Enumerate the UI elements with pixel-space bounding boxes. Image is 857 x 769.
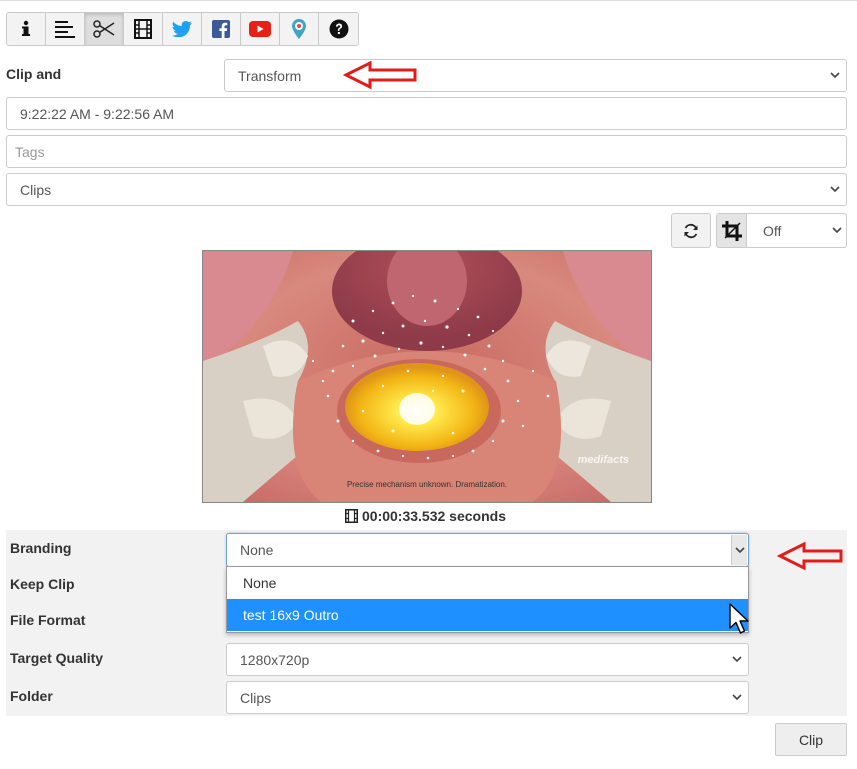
folder-select[interactable]: Clips xyxy=(226,681,749,714)
toolbar xyxy=(6,12,359,46)
keep-clip-label: Keep Clip xyxy=(10,576,75,592)
refresh-button[interactable] xyxy=(671,213,711,248)
branding-label: Branding xyxy=(10,540,72,556)
annotation-arrow-icon xyxy=(343,60,417,90)
chevron-down-icon xyxy=(830,71,840,78)
video-caption: Precise mechanism unknown. Dramatization… xyxy=(346,480,508,489)
target-quality-select[interactable]: 1280x720p xyxy=(226,643,749,676)
youtube-icon xyxy=(249,21,271,37)
periscope-button[interactable] xyxy=(280,13,319,45)
mouse-cursor-icon xyxy=(729,603,749,634)
crop-select[interactable]: Off xyxy=(746,213,847,248)
help-icon xyxy=(329,19,348,39)
chevron-down-icon xyxy=(732,655,742,662)
transform-select[interactable]: Transform xyxy=(224,59,847,92)
text-align-icon xyxy=(55,21,75,38)
folder-select-value: Clips xyxy=(240,689,272,706)
twitter-icon xyxy=(172,21,192,37)
video-watermark: medifacts xyxy=(577,454,629,466)
clip-button[interactable]: Clip xyxy=(775,723,847,756)
destination-select[interactable]: Clips xyxy=(6,173,847,206)
refresh-icon xyxy=(684,223,698,238)
time-range-field[interactable]: 9:22:22 AM - 9:22:56 AM xyxy=(6,97,847,130)
periscope-icon xyxy=(292,19,306,39)
file-format-label: File Format xyxy=(10,612,86,628)
clip-tool-button[interactable] xyxy=(85,13,124,45)
twitter-button[interactable] xyxy=(163,13,202,45)
crop-select-value: Off xyxy=(763,222,782,239)
duration-text: 00:00:33.532 seconds xyxy=(362,508,506,524)
top-divider xyxy=(0,0,857,1)
clip-and-label: Clip and xyxy=(6,66,62,82)
film-icon xyxy=(345,509,358,523)
youtube-button[interactable] xyxy=(241,13,280,45)
video-button[interactable] xyxy=(124,13,163,45)
help-button[interactable] xyxy=(319,13,358,45)
description-button[interactable] xyxy=(46,13,85,45)
branding-option-none[interactable]: None xyxy=(227,567,748,599)
destination-select-value: Clips xyxy=(20,181,52,198)
chevron-down-icon xyxy=(732,693,742,700)
transform-select-value: Transform xyxy=(238,67,302,84)
chevron-down-icon xyxy=(830,185,840,192)
branding-select-button[interactable] xyxy=(731,535,747,565)
chevron-down-icon xyxy=(832,226,842,233)
branding-option-test-outro[interactable]: test 16x9 Outro xyxy=(227,599,748,631)
scissors-icon xyxy=(93,20,115,38)
facebook-button[interactable] xyxy=(202,13,241,45)
tags-placeholder: Tags xyxy=(15,143,45,160)
facebook-icon xyxy=(212,20,230,38)
video-preview[interactable]: medifacts Precise mechanism unknown. Dra… xyxy=(202,250,652,503)
chevron-down-icon xyxy=(735,547,745,554)
tags-input[interactable]: Tags xyxy=(6,135,847,168)
annotation-arrow-icon xyxy=(777,541,843,571)
clip-duration: 00:00:33.532 seconds xyxy=(345,508,506,524)
info-button[interactable] xyxy=(7,13,46,45)
branding-select[interactable]: None xyxy=(226,533,749,567)
target-quality-label: Target Quality xyxy=(10,650,104,666)
target-quality-value: 1280x720p xyxy=(240,651,310,668)
crop-icon xyxy=(721,220,742,241)
crop-icon-box xyxy=(716,213,746,248)
info-icon xyxy=(22,20,30,36)
folder-label: Folder xyxy=(10,688,53,704)
branding-dropdown-list: None test 16x9 Outro xyxy=(226,566,749,633)
branding-select-value: None xyxy=(240,542,274,558)
time-range-value: 9:22:22 AM - 9:22:56 AM xyxy=(20,105,175,122)
film-icon xyxy=(134,19,152,39)
